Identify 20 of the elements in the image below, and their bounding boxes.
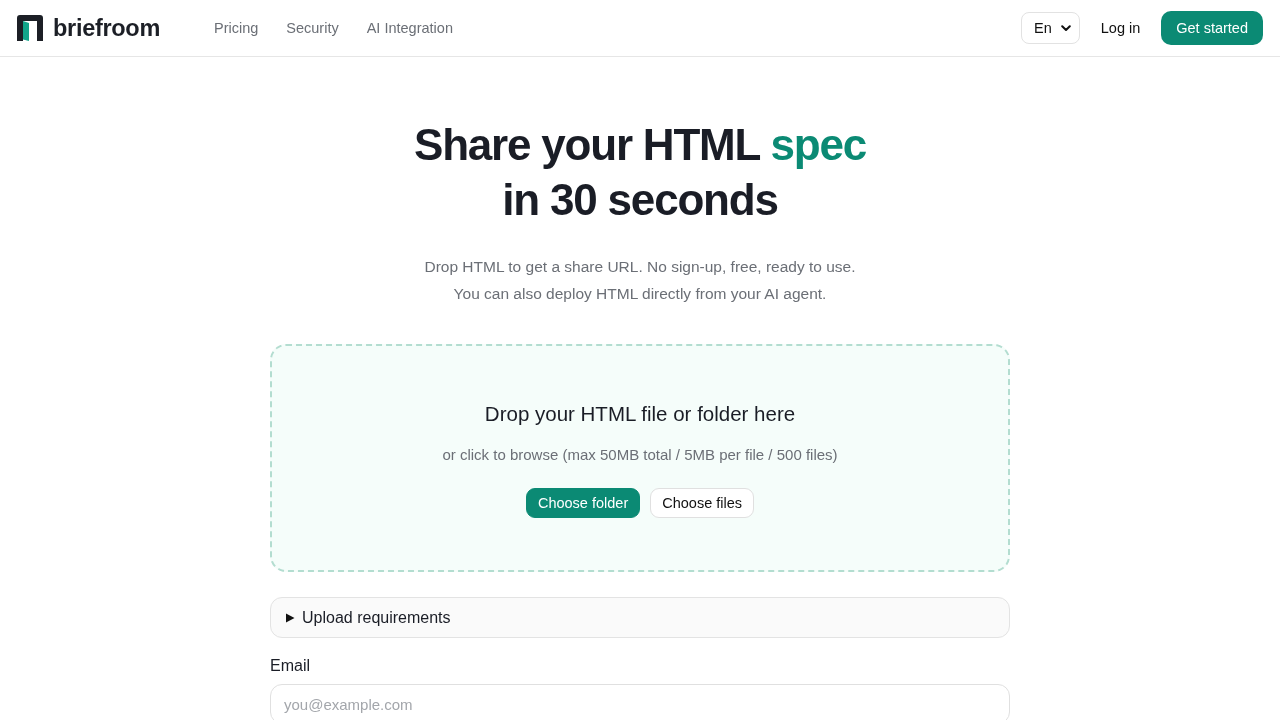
choose-files-button[interactable]: Choose files <box>650 488 755 518</box>
drop-zone[interactable]: Drop your HTML file or folder here or click to browse (max 50MB total / 5MB per file / 500 files) Choose folder Choose files <box>270 344 1010 572</box>
subtitle: Drop HTML to get a share URL. No sign-up, free, ready to use. You can also deploy HTML directly from your AI agent. <box>423 257 857 304</box>
drop-zone-hint: or click to browse (max 50MB total / 5MB per file / 500 files) <box>442 445 838 465</box>
chevron-down-icon <box>1060 24 1071 32</box>
headline: Share your HTML spec in 30 seconds <box>413 119 867 226</box>
upload-requirements-toggle[interactable]: Upload requirements <box>270 597 1010 638</box>
drop-zone-title: Drop your HTML file or folder here <box>484 401 796 427</box>
language-select[interactable]: En <box>1021 12 1080 44</box>
nav-link[interactable]: AI Integration <box>366 20 453 36</box>
email-label: Email <box>270 656 311 676</box>
brand-name[interactable]: briefroom <box>53 14 160 42</box>
choose-folder-button[interactable]: Choose folder <box>525 488 641 518</box>
nav-link[interactable]: Pricing <box>214 20 259 36</box>
nav-link[interactable]: Security <box>286 20 339 36</box>
login-link[interactable]: Log in <box>1100 20 1141 36</box>
door-logo-icon <box>16 14 44 42</box>
get-started-button[interactable]: Get started <box>1161 11 1263 45</box>
email-field[interactable]: you@example.com <box>270 684 1010 720</box>
upload-requirements-label: Upload requirements <box>302 608 451 627</box>
